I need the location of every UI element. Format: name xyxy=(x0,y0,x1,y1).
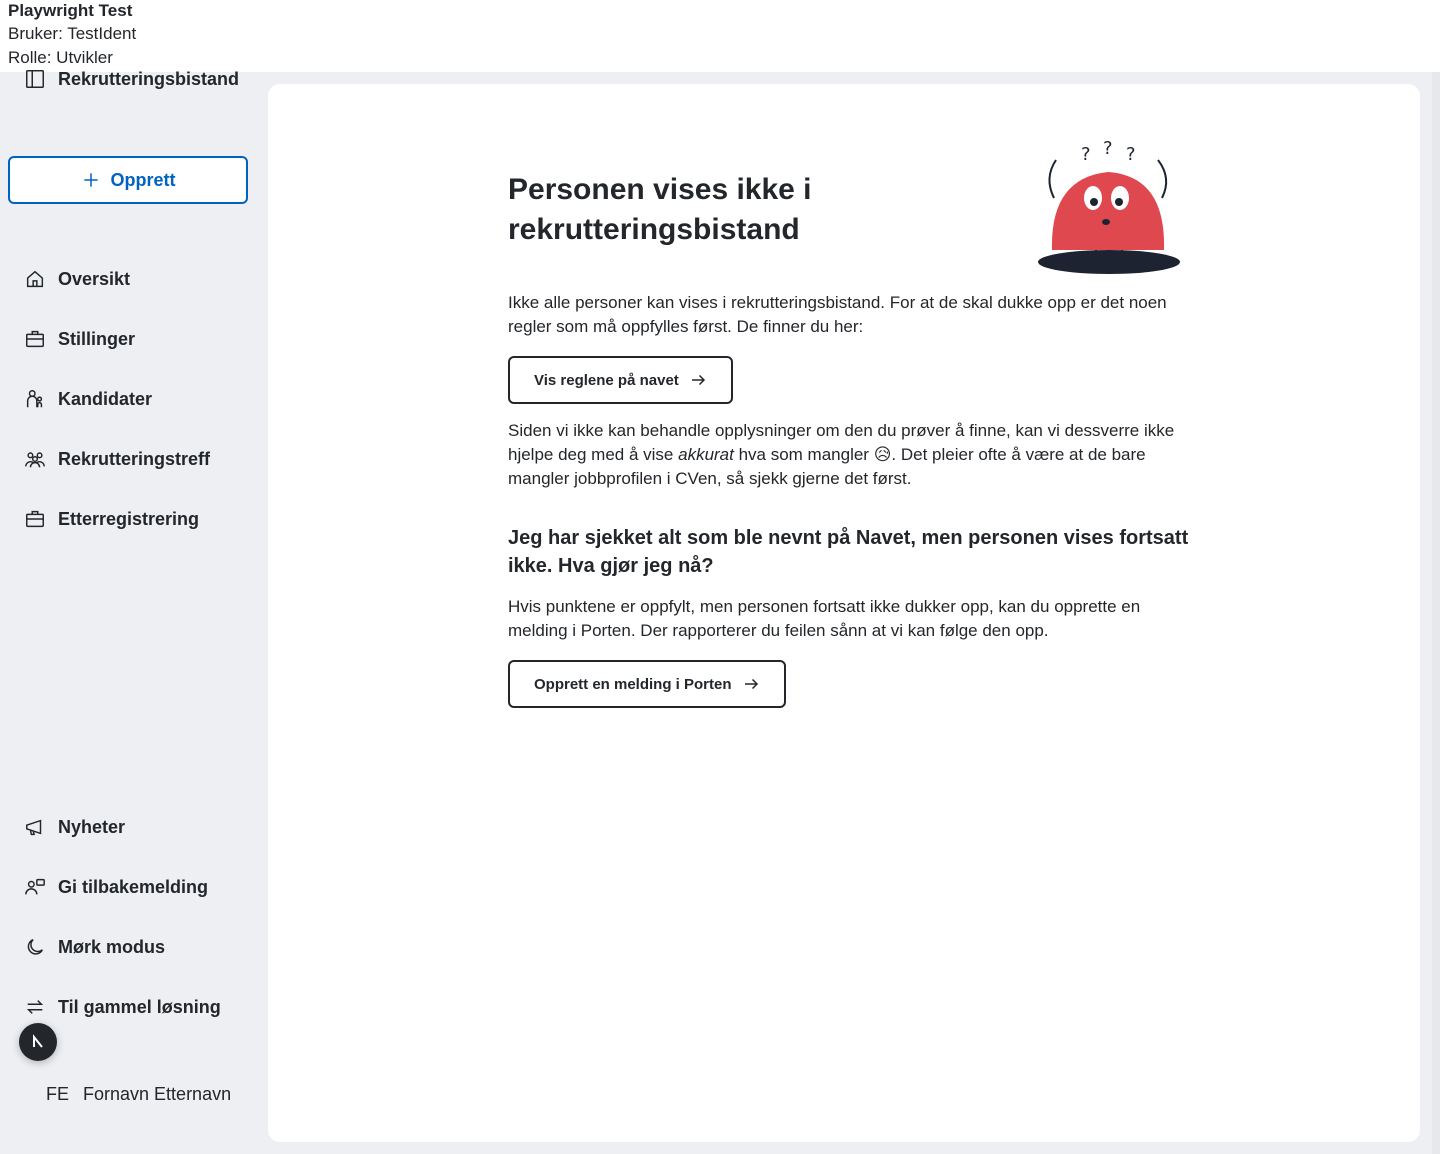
rules-button[interactable]: Vis reglene på navet xyxy=(508,356,733,404)
person-child-icon xyxy=(26,390,43,408)
banner-role: Rolle: Utvikler xyxy=(8,48,113,67)
nav-label: Kandidater xyxy=(58,388,153,409)
home-icon xyxy=(26,270,44,288)
svg-text:?: ? xyxy=(1081,144,1091,165)
nav-label: Nyheter xyxy=(58,816,126,837)
subheading: Jeg har sjekket alt som ble nevnt på Nav… xyxy=(508,527,1189,577)
nav-gi-tilbakemelding[interactable]: Gi tilbakemelding xyxy=(24,872,208,902)
briefcase-icon xyxy=(26,330,44,348)
avatar: FE xyxy=(46,1084,70,1104)
nav-til-gammel-losning[interactable]: Til gammel løsning xyxy=(24,992,221,1022)
top-banner: Playwright Test Bruker: TestIdent Rolle:… xyxy=(0,0,1440,72)
nav-kandidater[interactable]: Kandidater xyxy=(24,384,152,414)
sidebar-panel-icon xyxy=(26,70,44,88)
page-title: Personen vises ikke i rekrutteringsbista… xyxy=(508,173,812,246)
svg-text:?: ? xyxy=(1126,144,1136,165)
nav-oversikt[interactable]: Oversikt xyxy=(24,264,130,294)
arrow-right-icon xyxy=(744,678,758,690)
main-panel: Personen vises ikke i rekrutteringsbista… xyxy=(268,84,1420,1142)
intro-text: Ikke alle personer kan vises i rekrutter… xyxy=(508,293,1167,336)
nav-rekrutteringstreff[interactable]: Rekrutteringstreff xyxy=(24,444,210,474)
plus-icon xyxy=(83,173,98,187)
porten-text: Hvis punktene er oppfylt, men personen f… xyxy=(508,597,1141,640)
nav-stillinger[interactable]: Stillinger xyxy=(24,324,135,354)
arrow-right-icon xyxy=(691,374,705,386)
nav-mork-modus[interactable]: Mørk modus xyxy=(24,932,165,962)
porten-button[interactable]: Opprett en melding i Porten xyxy=(508,660,786,708)
n-logo-icon xyxy=(33,1034,43,1048)
feedback-icon xyxy=(25,878,45,895)
create-button[interactable]: Opprett xyxy=(8,156,248,204)
scrollbar[interactable] xyxy=(1432,72,1440,1154)
arrows-swap-icon xyxy=(26,1000,44,1014)
nav-label: Stillinger xyxy=(58,328,136,349)
banner-title: Playwright Test xyxy=(8,1,133,20)
brand-link[interactable]: Rekrutteringsbistand xyxy=(24,68,239,90)
user-menu[interactable]: FE Fornavn Etternavn xyxy=(46,1084,231,1105)
create-label: Opprett xyxy=(110,169,176,190)
nav-label: Oversikt xyxy=(58,268,131,289)
explanation-text: Siden vi ikke kan behandle opplysninger … xyxy=(508,421,1175,488)
briefcase-icon xyxy=(26,510,44,528)
moon-icon xyxy=(27,938,43,955)
porten-button-label: Opprett en melding i Porten xyxy=(534,675,732,693)
user-name: Fornavn Etternavn xyxy=(83,1084,232,1104)
rules-button-label: Vis reglene på navet xyxy=(534,371,679,389)
nav-nyheter[interactable]: Nyheter xyxy=(24,812,125,842)
megaphone-icon xyxy=(26,819,42,836)
nav-label: Til gammel løsning xyxy=(58,996,221,1017)
confused-character-illustration: ? ? ? xyxy=(1038,138,1180,274)
people-group-icon xyxy=(25,452,45,468)
svg-text:?: ? xyxy=(1103,138,1113,159)
banner-user: Bruker: TestIdent xyxy=(8,24,137,43)
nav-label: Rekrutteringstreff xyxy=(58,448,211,469)
brand-label: Rekrutteringsbistand xyxy=(58,68,240,89)
nav-label: Gi tilbakemelding xyxy=(58,876,209,897)
nav-label: Etterregistrering xyxy=(58,508,200,529)
sidebar: Rekrutteringsbistand Opprett Oversikt St… xyxy=(0,69,268,1154)
nav-label: Mørk modus xyxy=(58,936,166,957)
n-logo-button[interactable] xyxy=(19,1023,57,1061)
nav-etterregistrering[interactable]: Etterregistrering xyxy=(24,504,199,534)
